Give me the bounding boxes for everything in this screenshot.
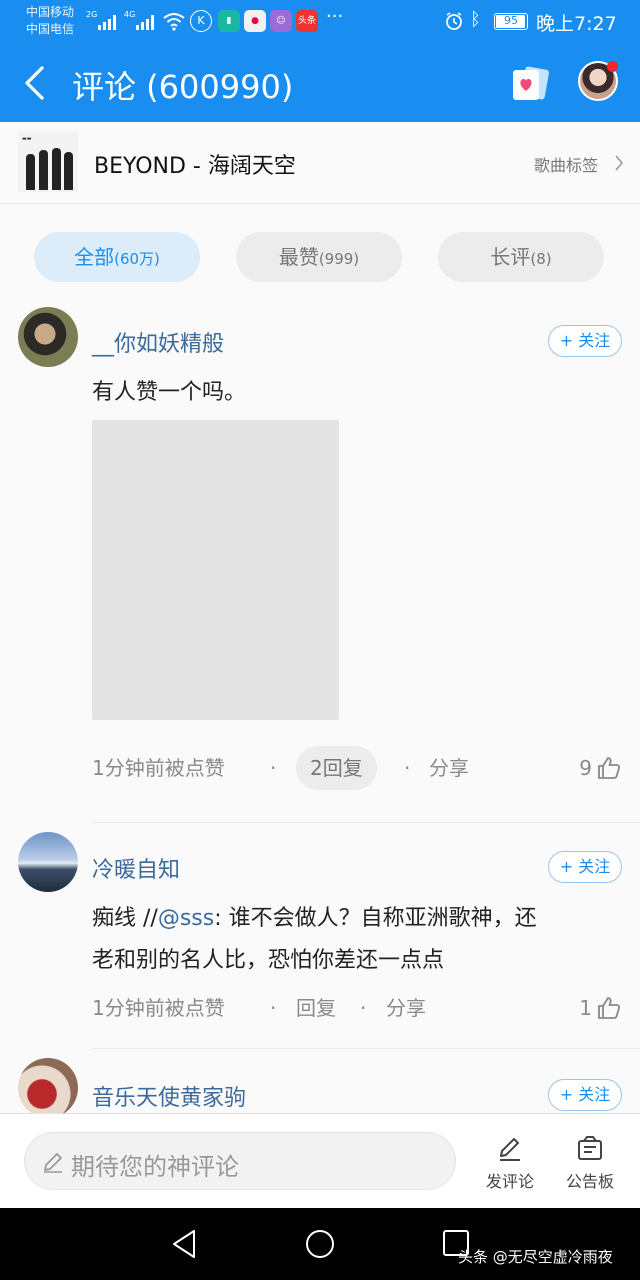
- thumbs-up-icon: [598, 757, 621, 779]
- comment-time: 1分钟前被点赞: [92, 756, 225, 780]
- comment-input-bar: 期待您的神评论 发评论 公告板: [0, 1113, 640, 1208]
- top-bar: 中国移动 中国电信 2G 4G K ▮ ● ☺ 头条 ··· ᛒ 95 晚上7:…: [0, 0, 640, 122]
- comment-item: 冷暖自知 + 关注 痴线 //@sss: 谁不会做人？自称亚洲歌神，还 老和别的…: [0, 824, 640, 1050]
- alarm-icon: [446, 12, 462, 30]
- song-row[interactable]: ▬▬ BEYOND - 海阔天空 歌曲标签: [0, 122, 640, 204]
- app-header: 评论 (600990): [0, 44, 640, 122]
- comment-time: 1分钟前被点赞: [92, 996, 225, 1020]
- tab-all[interactable]: 全部(60万): [34, 232, 200, 282]
- comment-username[interactable]: 冷暖自知: [92, 852, 180, 884]
- comment-item: 音乐天使黄家驹 + 关注: [0, 1050, 640, 1114]
- divider: [92, 822, 640, 823]
- chevron-right-icon: [615, 155, 624, 171]
- comment-list: __你如妖精般 + 关注 有人赞一个吗。 1分钟前被点赞 · 2回复 · 分享 …: [0, 304, 640, 1114]
- status-bar: 中国移动 中国电信 2G 4G K ▮ ● ☺ 头条 ··· ᛒ 95 晚上7:…: [0, 0, 640, 44]
- edit-icon: [500, 1138, 520, 1161]
- comment-item: __你如妖精般 + 关注 有人赞一个吗。 1分钟前被点赞 · 2回复 · 分享 …: [0, 304, 640, 824]
- comment-username[interactable]: __你如妖精般: [92, 326, 224, 358]
- bulletin-board-label: 公告板: [565, 1172, 614, 1191]
- post-comment-label: 发评论: [485, 1172, 534, 1191]
- mention-link[interactable]: @sss: [158, 906, 214, 931]
- toutiao-app-icon: 头条: [296, 10, 318, 32]
- clock: 晚上7:27: [536, 13, 617, 35]
- comment-meta: 1分钟前被点赞 · 回复 · 分享 1: [92, 986, 622, 1030]
- heart-card-icon[interactable]: [510, 64, 550, 104]
- filter-tabs: 全部(60万) 最赞(999) 长评(8): [0, 204, 640, 304]
- signal-icon: [98, 14, 116, 30]
- carrier-1: 中国移动: [26, 5, 75, 19]
- avatar[interactable]: [18, 307, 78, 367]
- network-type-2: 4G: [124, 10, 136, 19]
- carrier-2: 中国电信: [26, 22, 75, 36]
- carrier-labels: 中国移动 中国电信: [26, 4, 74, 38]
- like-button[interactable]: 9: [579, 746, 622, 790]
- watermark-text: 头条 @无尽空虚冷雨夜: [458, 1248, 613, 1266]
- comment-input[interactable]: 期待您的神评论: [24, 1132, 456, 1190]
- comment-text: 痴线 //@sss: 谁不会做人？自称亚洲歌神，还 老和别的名人比，恐怕你差还一…: [92, 906, 537, 973]
- notification-dot: [607, 61, 618, 72]
- bulletin-board-button[interactable]: 公告板: [560, 1134, 620, 1192]
- like-count: 9: [579, 756, 592, 780]
- comment-meta: 1分钟前被点赞 · 2回复 · 分享 9: [92, 746, 622, 790]
- map-app-icon: ●: [244, 10, 266, 32]
- comment-image[interactable]: [92, 420, 339, 720]
- avatar[interactable]: [18, 832, 78, 892]
- bluetooth-icon: ᛒ: [470, 9, 481, 30]
- battery-indicator: 95: [494, 13, 528, 30]
- thumbs-up-icon: [598, 997, 621, 1019]
- follow-button[interactable]: + 关注: [548, 851, 622, 883]
- avatar[interactable]: [18, 1058, 78, 1114]
- tab-long[interactable]: 长评(8): [438, 232, 604, 282]
- share-button[interactable]: 分享: [429, 746, 469, 790]
- more-notifications-icon: ···: [326, 6, 344, 27]
- back-button[interactable]: [20, 64, 50, 102]
- pencil-icon: [44, 1153, 62, 1173]
- post-comment-button[interactable]: 发评论: [480, 1134, 540, 1192]
- network-type-1: 2G: [86, 10, 98, 19]
- system-nav-bar: 头条 @无尽空虚冷雨夜: [0, 1208, 640, 1280]
- book-app-icon: ▮: [218, 10, 240, 32]
- song-tag-link[interactable]: 歌曲标签: [534, 152, 598, 176]
- k-app-icon: K: [190, 10, 212, 32]
- comment-username[interactable]: 音乐天使黄家驹: [92, 1080, 246, 1112]
- reply-button[interactable]: 2回复: [296, 746, 377, 790]
- comment-input-placeholder: 期待您的神评论: [71, 1153, 239, 1181]
- follow-button[interactable]: + 关注: [548, 325, 622, 357]
- like-count: 1: [579, 996, 592, 1020]
- game-app-icon: ☺: [270, 10, 292, 32]
- signal-icon: [136, 14, 154, 30]
- follow-button[interactable]: + 关注: [548, 1079, 622, 1111]
- song-title: BEYOND - 海阔天空: [94, 154, 296, 179]
- comment-text: 有人赞一个吗。: [92, 380, 247, 405]
- wifi-icon: [163, 13, 185, 31]
- tab-top[interactable]: 最赞(999): [236, 232, 402, 282]
- divider: [92, 1048, 640, 1049]
- nav-back-icon[interactable]: [170, 1228, 198, 1260]
- page-title: 评论 (600990): [72, 68, 294, 106]
- share-button[interactable]: 分享: [386, 986, 426, 1030]
- album-cover: ▬▬: [18, 132, 78, 192]
- nav-home-icon[interactable]: [304, 1228, 336, 1260]
- like-button[interactable]: 1: [579, 986, 622, 1030]
- reply-button[interactable]: 回复: [296, 986, 336, 1030]
- bulletin-icon: [578, 1136, 602, 1160]
- user-avatar[interactable]: [578, 61, 618, 101]
- battery-level: 95: [504, 14, 518, 27]
